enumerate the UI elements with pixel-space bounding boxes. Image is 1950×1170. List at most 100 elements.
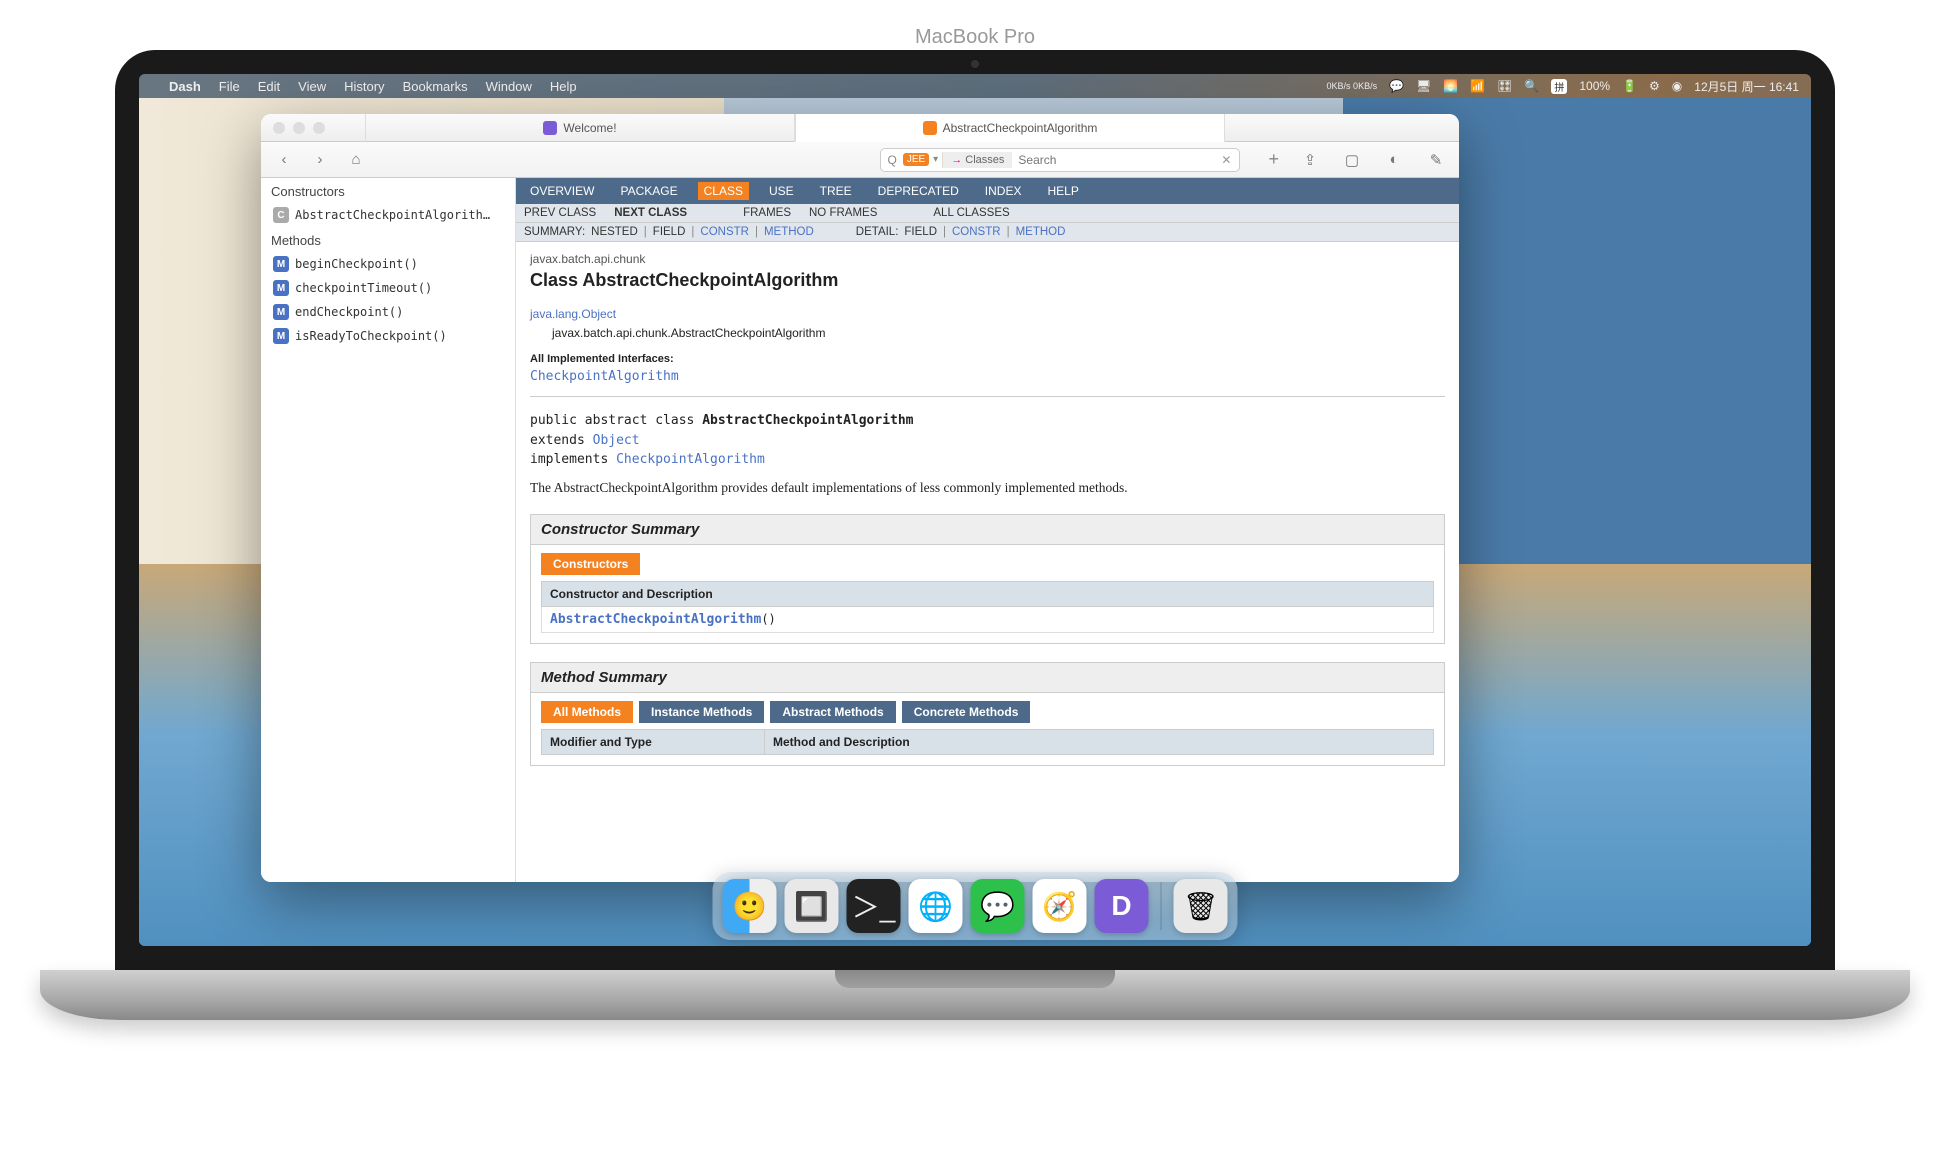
battery-icon[interactable]: 🔋 [1622, 79, 1637, 93]
nav-overview[interactable]: OVERVIEW [524, 182, 600, 200]
dash-icon[interactable]: D [1095, 879, 1149, 933]
nav-tree[interactable]: TREE [814, 182, 858, 200]
method-badge-icon: M [273, 256, 289, 272]
laptop-base [40, 970, 1910, 1020]
nav-deprecated[interactable]: DEPRECATED [872, 182, 965, 200]
search-input[interactable] [1012, 153, 1213, 167]
menu-help[interactable]: Help [550, 79, 577, 94]
edit-icon[interactable]: ✎ [1423, 149, 1449, 171]
forward-button[interactable]: › [307, 149, 333, 171]
frames-link[interactable]: FRAMES [743, 207, 791, 219]
sidebar-item-method[interactable]: M beginCheckpoint() [261, 252, 515, 276]
method-summary-box: Method Summary All Methods Instance Meth… [530, 662, 1445, 766]
javadoc-nav-secondary: PREV CLASS NEXT CLASS FRAMES NO FRAMES A… [516, 204, 1459, 223]
summary-method-link[interactable]: METHOD [764, 226, 814, 238]
nav-package[interactable]: PACKAGE [614, 182, 683, 200]
close-button[interactable] [273, 122, 285, 134]
minimize-button[interactable] [293, 122, 305, 134]
menu-bookmarks[interactable]: Bookmarks [403, 79, 468, 94]
clear-icon[interactable]: ✕ [1213, 153, 1239, 167]
method-badge-icon: M [273, 304, 289, 320]
menu-window[interactable]: Window [486, 79, 532, 94]
tab-abstractcheckpoint[interactable]: AbstractCheckpointAlgorithm [795, 114, 1225, 142]
ime-badge[interactable]: 拼 [1551, 79, 1567, 94]
summary-constr-link[interactable]: CONSTR [700, 226, 749, 238]
terminal-icon[interactable]: ＞_ [847, 879, 901, 933]
display-icon[interactable]: 🖥 [1416, 79, 1431, 93]
battery-label: 100% [1579, 79, 1610, 93]
dropdown-icon[interactable]: ▾ [929, 154, 942, 165]
siri-icon[interactable]: ◉ [1672, 79, 1682, 93]
menu-view[interactable]: View [298, 79, 326, 94]
search-box[interactable]: Q JEE ▾ Classes ✕ [880, 148, 1240, 172]
sidebar-item-label: AbstractCheckpointAlgorith… [295, 208, 490, 222]
nav-index[interactable]: INDEX [979, 182, 1028, 200]
clock[interactable]: 12月5日 周一 16:41 [1694, 78, 1799, 95]
book-icon[interactable]: ▢ [1339, 149, 1365, 171]
wechat-icon[interactable]: 💬 [971, 879, 1025, 933]
instance-methods-pill[interactable]: Instance Methods [639, 701, 764, 723]
sidebar-item-method[interactable]: M endCheckpoint() [261, 300, 515, 324]
wifi-icon[interactable]: 📶 [1470, 79, 1485, 93]
share-icon[interactable]: ⇪ [1297, 149, 1323, 171]
all-methods-pill[interactable]: All Methods [541, 701, 633, 723]
method-badge-icon: M [273, 280, 289, 296]
checkpoint-algorithm-link-2[interactable]: CheckpointAlgorithm [616, 452, 765, 467]
new-tab-button[interactable]: + [1260, 149, 1287, 170]
screen-bezel: Dash File Edit View History Bookmarks Wi… [115, 50, 1835, 970]
appearance-icon[interactable]: ◐ [1381, 149, 1407, 171]
abstract-methods-pill[interactable]: Abstract Methods [770, 701, 895, 723]
inherit-self: javax.batch.api.chunk.AbstractCheckpoint… [530, 324, 1445, 343]
zoom-button[interactable] [313, 122, 325, 134]
chrome-icon[interactable]: 🌐 [909, 879, 963, 933]
checkpoint-algorithm-link[interactable]: CheckpointAlgorithm [530, 369, 679, 384]
class-title: Class AbstractCheckpointAlgorithm [530, 270, 1445, 291]
nav-class[interactable]: CLASS [698, 182, 749, 200]
next-class-link[interactable]: NEXT CLASS [614, 207, 687, 219]
tools-icon[interactable]: 🎛 [1497, 79, 1512, 93]
wechat-icon[interactable]: 💬 [1389, 79, 1404, 93]
menu-history[interactable]: History [344, 79, 384, 94]
launchpad-icon[interactable]: 🔲 [785, 879, 839, 933]
detail-method-link[interactable]: METHOD [1016, 226, 1066, 238]
allclasses-link[interactable]: ALL CLASSES [933, 207, 1009, 219]
photos-icon[interactable]: 🌅 [1443, 79, 1458, 93]
detail-constr-link[interactable]: CONSTR [952, 226, 1001, 238]
sidebar-item-label: isReadyToCheckpoint() [295, 329, 447, 343]
concrete-methods-pill[interactable]: Concrete Methods [902, 701, 1031, 723]
javadoc-nav-primary: OVERVIEW PACKAGE CLASS USE TREE DEPRECAT… [516, 178, 1459, 204]
sidebar-item-label: beginCheckpoint() [295, 257, 418, 271]
sidebar-item-method[interactable]: M checkpointTimeout() [261, 276, 515, 300]
constructor-link[interactable]: AbstractCheckpointAlgorithm [550, 612, 761, 627]
tab-welcome[interactable]: Welcome! [365, 114, 795, 142]
control-center-icon[interactable]: ⚙ [1649, 79, 1660, 93]
net-speed: 0KB/s 0KB/s [1327, 82, 1378, 91]
sidebar-item-method[interactable]: M isReadyToCheckpoint() [261, 324, 515, 348]
menubar-app-name[interactable]: Dash [169, 79, 201, 94]
menu-file[interactable]: File [219, 79, 240, 94]
constructor-summary-box: Constructor Summary Constructors Constru… [530, 514, 1445, 644]
titlebar: Welcome! AbstractCheckpointAlgorithm [261, 114, 1459, 142]
object-link[interactable]: Object [593, 433, 640, 448]
search-icon[interactable]: 🔍 [1524, 79, 1539, 93]
method-badge-icon: M [273, 328, 289, 344]
back-button[interactable]: ‹ [271, 149, 297, 171]
trash-icon[interactable]: 🗑 [1174, 879, 1228, 933]
nav-use[interactable]: USE [763, 182, 800, 200]
menu-edit[interactable]: Edit [258, 79, 280, 94]
finder-icon[interactable]: 🙂 [723, 879, 777, 933]
classes-filter[interactable]: Classes [942, 152, 1012, 168]
docset-badge[interactable]: JEE [903, 153, 929, 166]
noframes-link[interactable]: NO FRAMES [809, 207, 877, 219]
prev-class-link[interactable]: PREV CLASS [524, 207, 596, 219]
inherit-object-link[interactable]: java.lang.Object [530, 307, 616, 321]
class-badge-icon: C [273, 207, 289, 223]
nav-help[interactable]: HELP [1041, 182, 1084, 200]
dock-separator [1161, 882, 1162, 930]
constructors-pill[interactable]: Constructors [541, 553, 640, 575]
sidebar-item-constructor[interactable]: C AbstractCheckpointAlgorith… [261, 203, 515, 227]
home-button[interactable]: ⌂ [343, 149, 369, 171]
safari-icon[interactable]: 🧭 [1033, 879, 1087, 933]
class-description: The AbstractCheckpointAlgorithm provides… [530, 480, 1445, 496]
search-glyph-icon: Q [881, 153, 902, 167]
